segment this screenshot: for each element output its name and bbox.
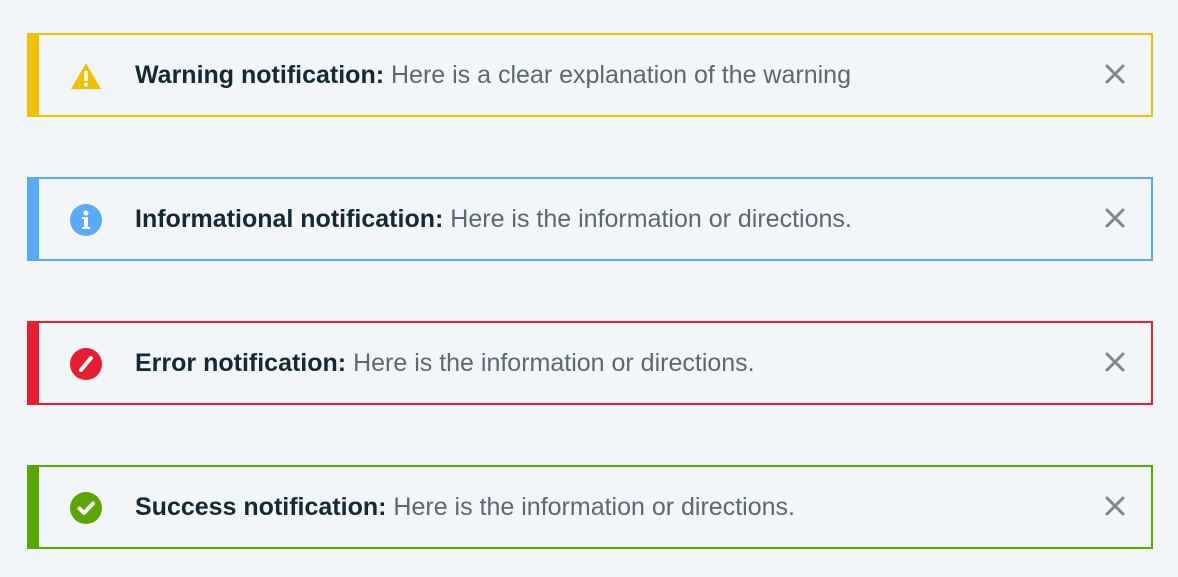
info-icon <box>69 203 103 237</box>
notification-title: Error notification: <box>135 349 347 377</box>
notification-message: Error notification: Here is the informat… <box>135 323 755 403</box>
close-button[interactable] <box>1097 345 1133 381</box>
notification-body: Here is the information or directions. <box>450 205 852 233</box>
notification-message: Informational notification: Here is the … <box>135 179 852 259</box>
notification-title: Informational notification: <box>135 205 444 233</box>
close-button[interactable] <box>1097 57 1133 93</box>
error-notification: Error notification: Here is the informat… <box>27 321 1153 405</box>
warning-notification: Warning notification: Here is a clear ex… <box>27 33 1153 117</box>
notification-message: Success notification: Here is the inform… <box>135 467 795 547</box>
info-notification: Informational notification: Here is the … <box>27 177 1153 261</box>
notification-title: Success notification: <box>135 493 387 521</box>
error-icon <box>69 347 103 381</box>
notification-body: Here is the information or directions. <box>393 493 795 521</box>
close-button[interactable] <box>1097 201 1133 237</box>
close-icon <box>1104 495 1126 520</box>
success-icon <box>69 491 103 525</box>
warning-icon <box>69 59 103 93</box>
notification-body: Here is a clear explanation of the warni… <box>391 61 851 89</box>
notification-title: Warning notification: <box>135 61 385 89</box>
success-notification: Success notification: Here is the inform… <box>27 465 1153 549</box>
close-icon <box>1104 207 1126 232</box>
close-icon <box>1104 351 1126 376</box>
notification-body: Here is the information or directions. <box>353 349 755 377</box>
close-button[interactable] <box>1097 489 1133 525</box>
close-icon <box>1104 63 1126 88</box>
notification-message: Warning notification: Here is a clear ex… <box>135 35 851 115</box>
